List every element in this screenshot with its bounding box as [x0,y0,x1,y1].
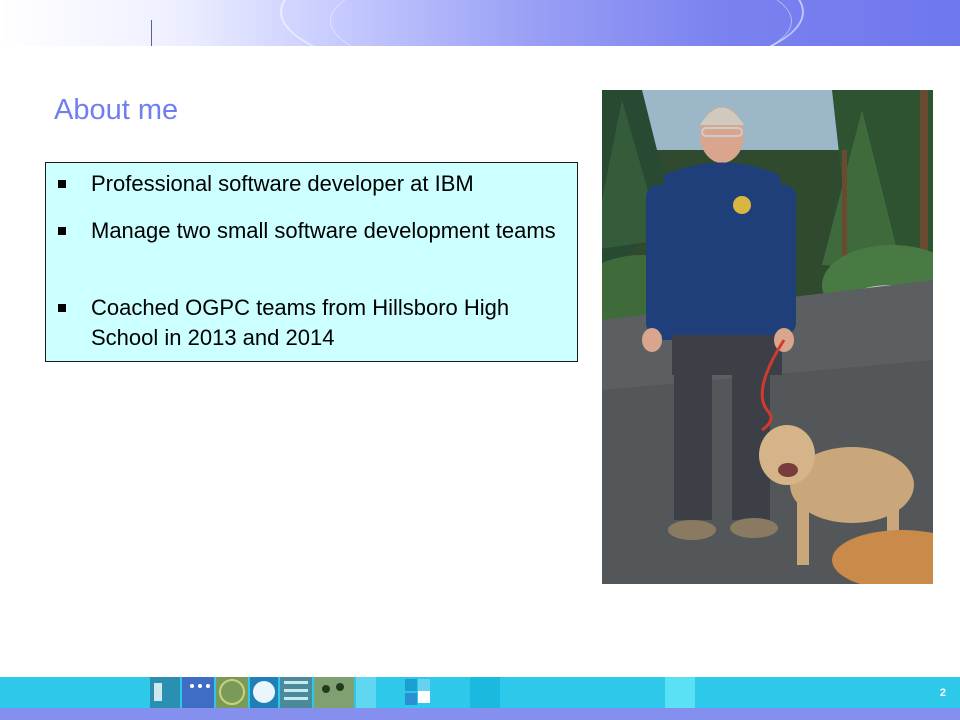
bullet-item: Manage two small software development te… [58,216,569,246]
bullet-box: Professional software developer at IBM M… [45,162,578,362]
photo-illustration [602,90,933,584]
bullet-item: Professional software developer at IBM [58,169,569,199]
header-banner [0,0,960,46]
footer-bottom-bar [0,708,960,720]
bullet-item: Coached OGPC teams from Hillsboro High S… [58,293,569,353]
page-number: 2 [939,687,946,699]
square-bullet-icon [58,180,66,188]
bullet-text: Manage two small software development te… [91,218,556,243]
photo-man-with-dogs [602,90,933,584]
square-bullet-icon [58,304,66,312]
footer-image-mosaic [150,677,695,708]
square-bullet-icon [58,227,66,235]
bullet-text: Coached OGPC teams from Hillsboro High S… [91,295,510,350]
slide-title: About me [54,94,179,126]
banner-divider [151,20,152,46]
banner-swoosh-inner [330,0,792,46]
bullet-text: Professional software developer at IBM [91,171,474,196]
